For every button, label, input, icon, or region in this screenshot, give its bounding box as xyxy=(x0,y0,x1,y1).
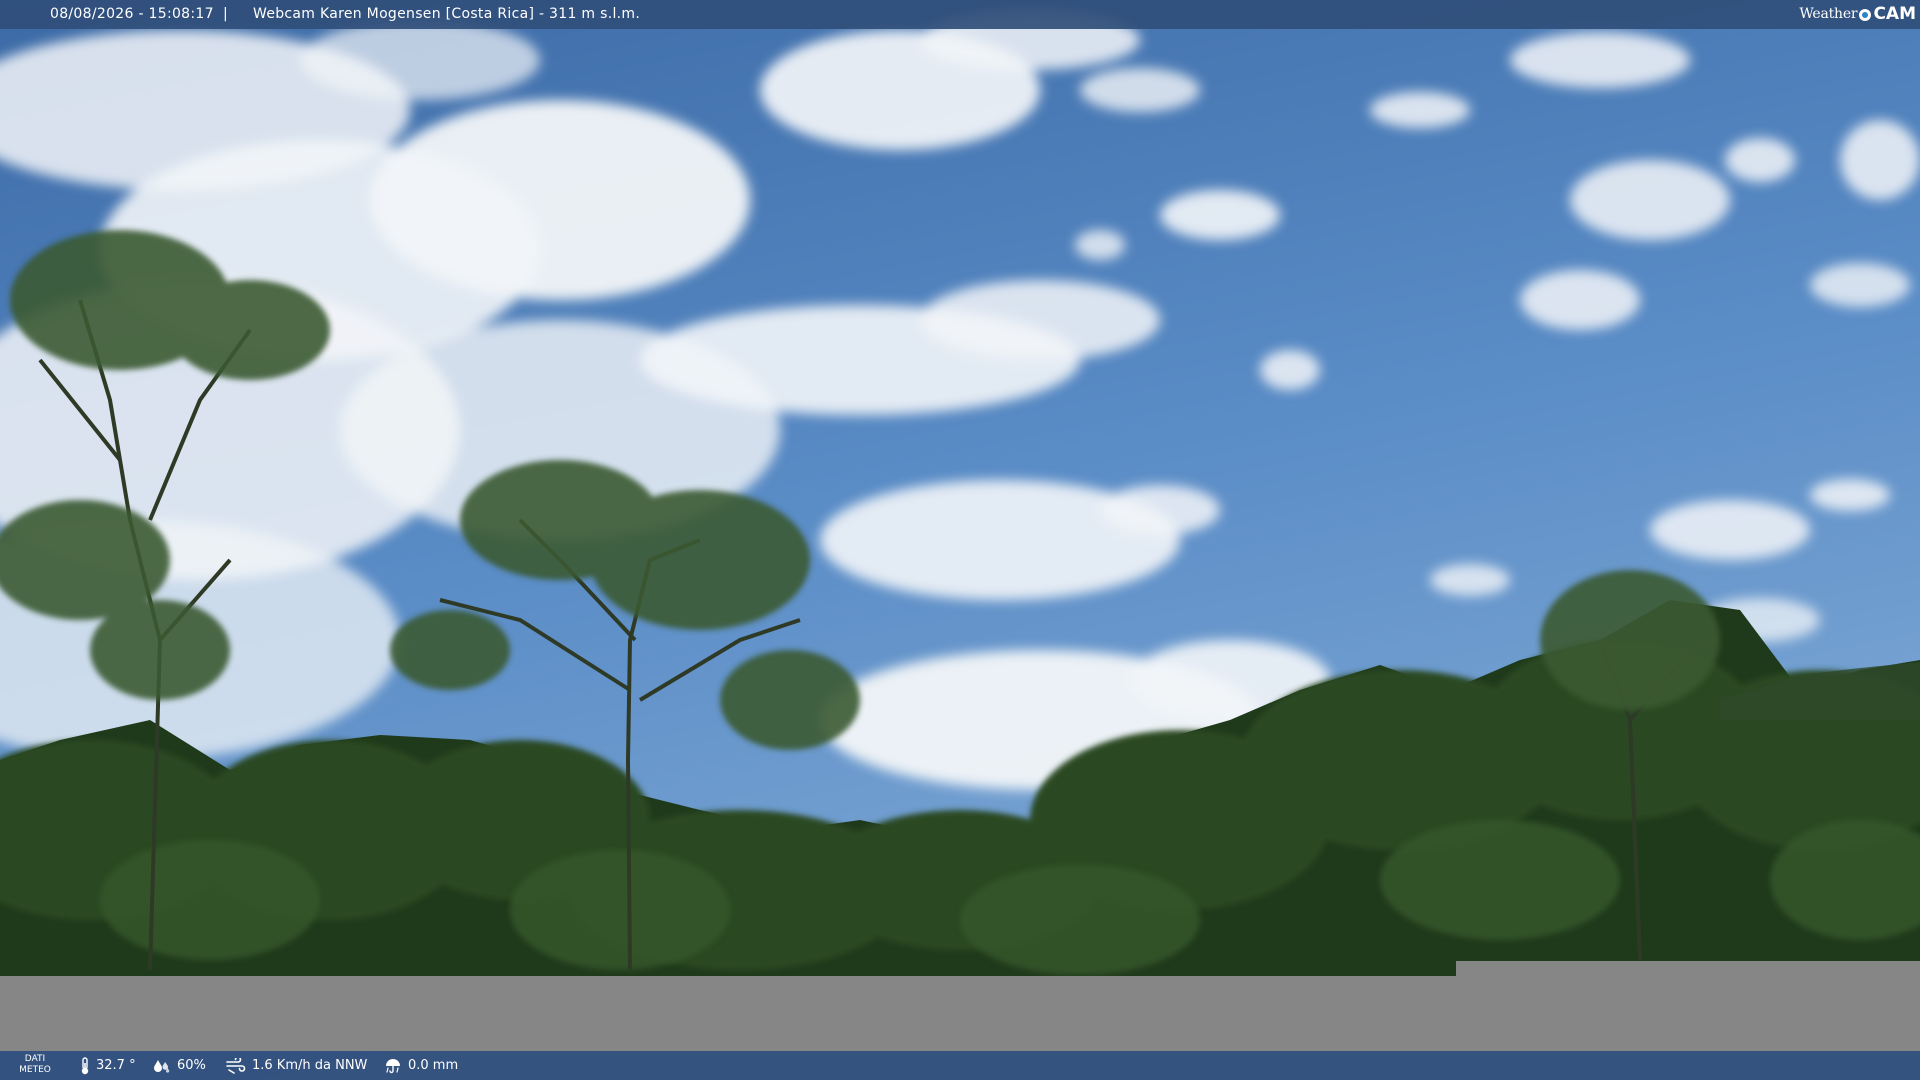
brand-cam-text: CAM xyxy=(1873,4,1916,24)
capture-datetime: 08/08/2026 - 15:08:17 xyxy=(50,6,214,22)
webcam-title: Webcam Karen Mogensen [Costa Rica] - 311… xyxy=(253,6,641,22)
brand-weather-text: Weather xyxy=(1799,6,1858,22)
gray-band-step xyxy=(1456,961,1920,977)
top-info-bar: 08/08/2026 - 15:08:17 | Webcam Karen Mog… xyxy=(0,0,1920,29)
temperature-value: 32.7 ° xyxy=(96,1058,136,1073)
thermometer-icon xyxy=(81,1056,89,1074)
header-separator: | xyxy=(223,6,228,22)
humidity-readout: 60% xyxy=(153,1051,206,1080)
wind-icon xyxy=(226,1057,246,1074)
meteo-label-line-2: METEO xyxy=(19,1065,51,1075)
rain-readout: 0.0 mm xyxy=(384,1051,458,1080)
camera-lens-icon xyxy=(1859,8,1872,21)
rain-icon xyxy=(386,1058,400,1073)
meteo-data-label[interactable]: DATI METEO xyxy=(14,1054,56,1076)
humidity-value: 60% xyxy=(177,1058,206,1073)
gray-band xyxy=(0,976,1920,1051)
temperature-readout: 32.7 ° xyxy=(80,1051,136,1080)
weather-data-bar: DATI METEO 32.7 ° 60% 1.6 Km/h da NNW 0.… xyxy=(0,1051,1920,1080)
weathercam-logo[interactable]: Weather CAM xyxy=(1799,0,1916,29)
wind-readout: 1.6 Km/h da NNW xyxy=(226,1051,367,1080)
webcam-image xyxy=(0,0,1920,1080)
meteo-label-line-1: DATI xyxy=(24,1054,46,1064)
droplets-icon xyxy=(154,1059,170,1073)
wind-value: 1.6 Km/h da NNW xyxy=(252,1058,368,1073)
rain-value: 0.0 mm xyxy=(408,1058,459,1073)
